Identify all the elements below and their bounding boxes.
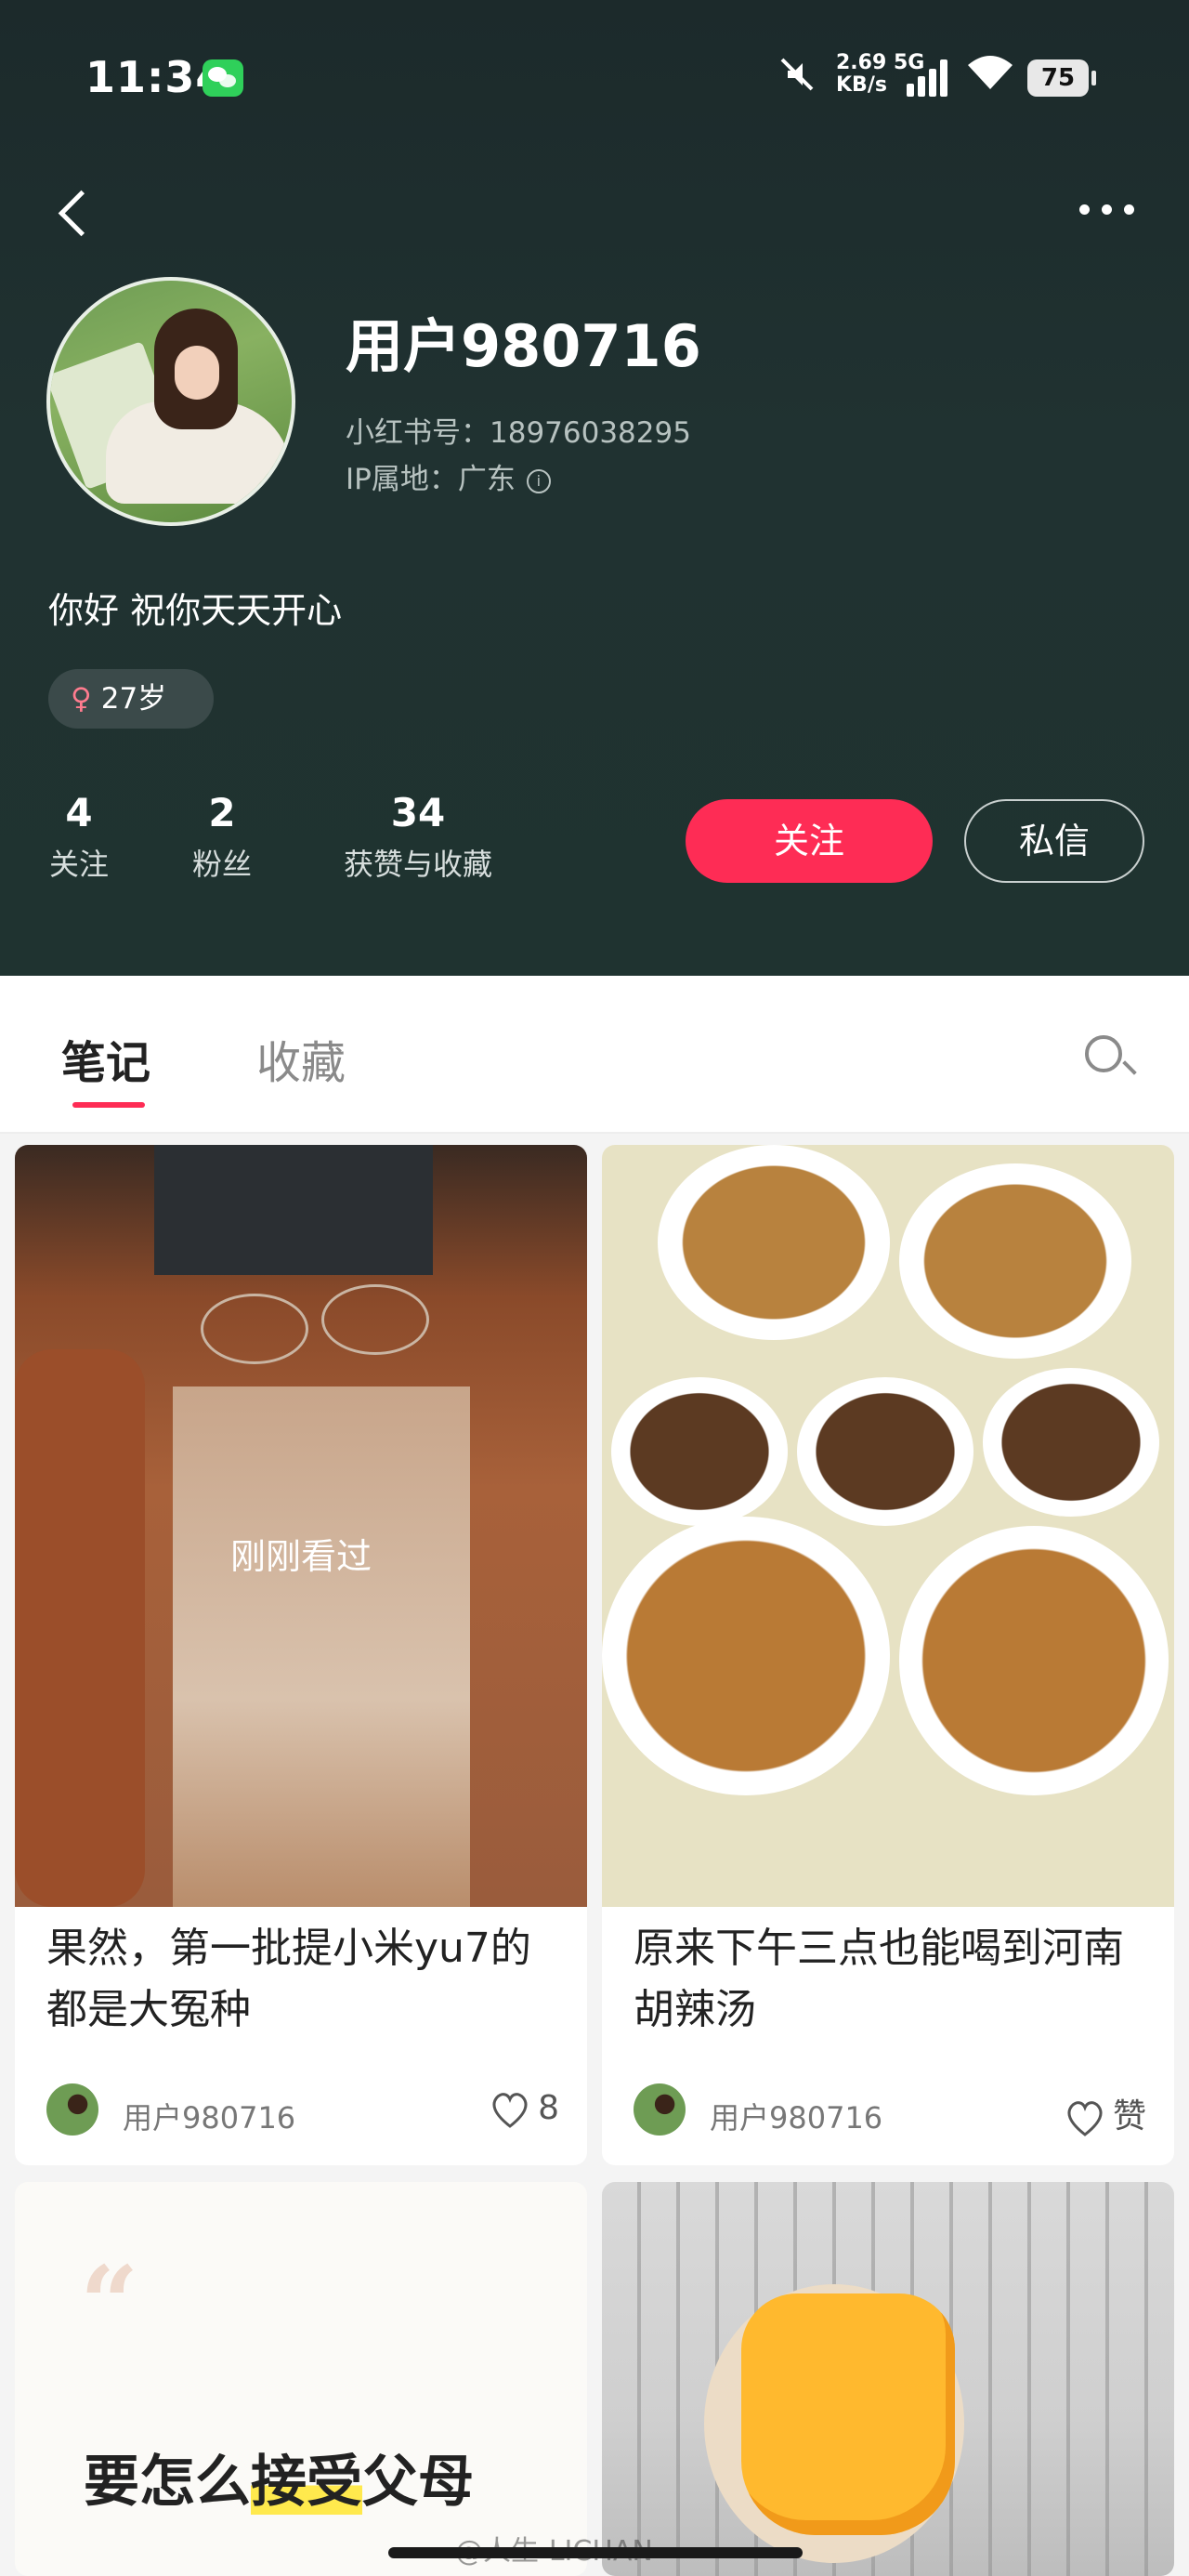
note-image[interactable] [602,1145,1174,1907]
stat-followers[interactable]: 2 粉丝 [182,790,262,884]
note-card[interactable]: 原来下午三点也能喝到河南胡辣汤 用户980716 赞 [602,1145,1174,2165]
avatar[interactable] [46,277,295,526]
author-name[interactable]: 用户980716 [123,2095,295,2137]
wifi-icon [964,52,1016,103]
note-card[interactable]: “ 要怎么接受父母 [15,2182,587,2576]
username: 用户980716 [346,312,701,380]
note-title: 果然，第一批提小米yu7的都是大冤种 [46,1925,531,2033]
author-avatar[interactable] [46,2083,98,2136]
note-footer: 用户980716 赞 [634,2083,1146,2139]
gender-age-tag: ♀ 27岁 [48,669,214,729]
battery-icon: 75 [1027,59,1096,97]
stat-likes-collections[interactable]: 34 获赞与收藏 [334,790,502,884]
like-button[interactable]: 赞 [1065,2089,1146,2137]
active-tab-indicator [72,1102,145,1108]
wechat-icon [203,59,243,97]
bio: 你好 祝你天天开心 [48,590,343,631]
content-tabs: 笔记 收藏 [0,976,1189,1134]
status-bar: 11:34 2.69 5G KB/s 75 [0,0,1189,158]
search-icon[interactable] [1085,1035,1122,1072]
ip-location: IP属地：广东 i [346,455,551,497]
stat-following[interactable]: 4 关注 [39,790,119,884]
back-button[interactable] [50,182,102,247]
note-image[interactable]: 刚刚看过 [15,1145,587,1907]
profile-header: 11:34 2.69 5G KB/s 75 用户980716 小红书号：1897… [0,0,1189,976]
tab-notes[interactable]: 笔记 [61,1026,150,1091]
note-footer: 用户980716 8 [46,2083,559,2139]
note-title: 原来下午三点也能喝到河南胡辣汤 [634,1925,1124,2033]
author-name[interactable]: 用户980716 [710,2095,882,2137]
quote-mark: “ [80,2243,139,2363]
recently-viewed-label: 刚刚看过 [229,1536,372,1577]
author-avatar[interactable] [634,2083,686,2136]
signal-icon [903,59,949,97]
like-button[interactable]: 8 [490,2089,559,2128]
heart-icon [492,2093,528,2128]
fist-emoji-icon [741,2293,955,2535]
mute-icon [777,54,817,104]
female-icon: ♀ [71,682,92,716]
info-icon[interactable]: i [526,468,551,493]
follow-button[interactable]: 关注 [686,799,933,883]
message-button[interactable]: 私信 [964,799,1144,883]
note-card[interactable]: 刚刚看过 果然，第一批提小米yu7的都是大冤种 用户980716 8 [15,1145,587,2165]
redbook-id: 小红书号：18976038295 [346,416,691,450]
note-cover-text: 要怎么接受父母 [84,2450,474,2515]
note-card[interactable] [602,2182,1174,2576]
home-indicator[interactable] [388,2547,803,2558]
heart-icon [1067,2101,1103,2136]
more-options-button[interactable] [1074,186,1141,232]
tab-favorites[interactable]: 收藏 [256,1026,346,1091]
